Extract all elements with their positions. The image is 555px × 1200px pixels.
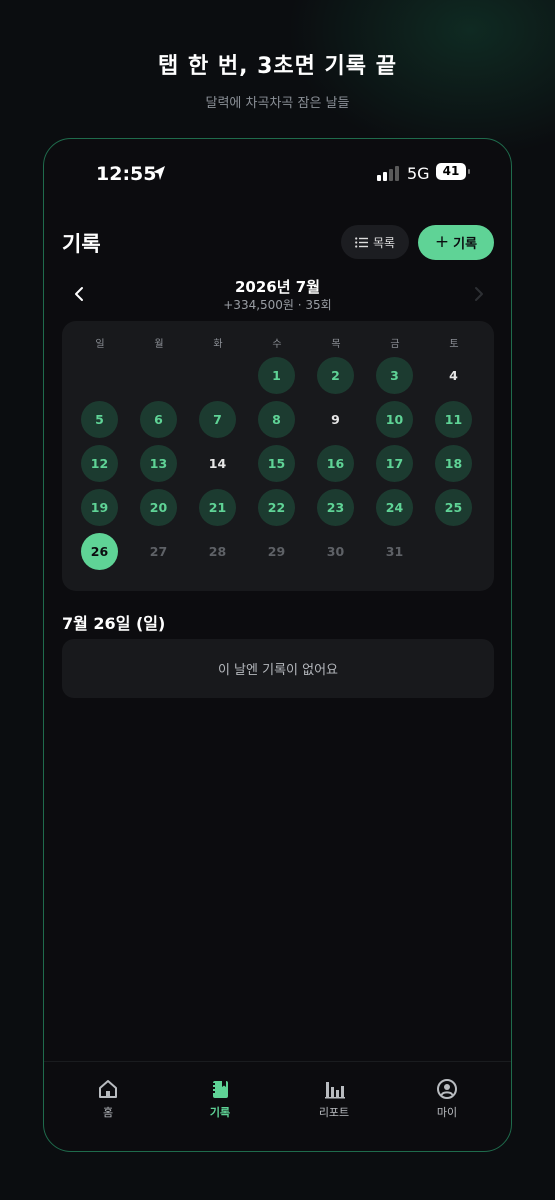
selected-date-heading: 7월 26일 (일)	[62, 614, 166, 633]
calendar-day[interactable]: 29	[258, 533, 295, 570]
calendar-day[interactable]: 21	[199, 489, 236, 526]
weekday-label: 화	[213, 339, 223, 350]
bar-chart-icon	[325, 1082, 345, 1099]
month-summary: +334,500원 · 35회	[223, 298, 332, 312]
calendar-day[interactable]: 10	[376, 401, 413, 438]
notebook-icon	[211, 1081, 228, 1098]
month-label: 2026년 7월	[234, 278, 320, 296]
phone-frame: 12:55 5G 41 기록 목록 + 기록 2026년 7월 +334,500…	[43, 138, 512, 1152]
calendar-day[interactable]: 23	[317, 489, 354, 526]
calendar-day[interactable]: 17	[376, 445, 413, 482]
calendar-day[interactable]: 13	[140, 445, 177, 482]
status-bar: 12:55 5G 41	[44, 139, 511, 209]
calendar-day[interactable]: 11	[435, 401, 472, 438]
calendar-day[interactable]: 27	[140, 533, 177, 570]
location-arrow-icon	[153, 166, 165, 180]
weekday-label: 토	[449, 339, 459, 350]
promo-subtitle: 달력에 차곡차곡 잠은 날들	[205, 96, 350, 111]
calendar-day[interactable]: 3	[376, 357, 413, 394]
tab-my-label: 마이	[436, 1106, 458, 1119]
tab-home[interactable]: 홈	[68, 1078, 148, 1120]
list-icon	[355, 236, 368, 248]
calendar-day-selected[interactable]: 26	[81, 533, 118, 570]
calendar-day[interactable]: 7	[199, 401, 236, 438]
calendar-day[interactable]: 18	[435, 445, 472, 482]
calendar-day[interactable]: 1	[258, 357, 295, 394]
calendar-grid: 일 월 화 수 목 금 토 1 2 3 4 5 6 7 8 9 10 11 12 13 14 15 16 17 18 19 20 21…	[62, 321, 494, 591]
status-time: 12:55	[96, 163, 157, 185]
home-icon	[99, 1080, 117, 1098]
page-title: 기록	[62, 232, 101, 256]
calendar-day[interactable]: 12	[81, 445, 118, 482]
tab-records[interactable]: 기록	[180, 1078, 260, 1120]
add-button-label: 기록	[453, 237, 478, 252]
network-label: 5G	[407, 164, 430, 183]
bottom-tab-bar: 홈 기록 리포트 마이	[44, 1061, 511, 1151]
calendar-day[interactable]: 30	[317, 533, 354, 570]
list-view-button[interactable]: 목록	[341, 225, 409, 259]
weekday-label: 금	[390, 339, 400, 350]
plus-icon: +	[434, 232, 450, 252]
calendar-day[interactable]: 25	[435, 489, 472, 526]
signal-icon	[377, 166, 399, 181]
calendar-day[interactable]: 8	[258, 401, 295, 438]
calendar-day[interactable]: 19	[81, 489, 118, 526]
weekday-label: 목	[331, 339, 341, 350]
calendar-day[interactable]: 6	[140, 401, 177, 438]
tab-records-label: 기록	[209, 1106, 231, 1119]
calendar-day[interactable]: 2	[317, 357, 354, 394]
list-button-label: 목록	[372, 235, 396, 250]
tab-home-label: 홈	[102, 1106, 114, 1119]
calendar-day[interactable]: 15	[258, 445, 295, 482]
battery-icon: 41	[436, 163, 466, 180]
tab-report[interactable]: 리포트	[294, 1078, 374, 1120]
add-record-button[interactable]: + 기록	[418, 225, 494, 260]
promo-title: 탭 한 번, 3초면 기록 끝	[158, 54, 397, 79]
empty-records-card: 이 날엔 기록이 없어요	[62, 639, 494, 698]
chevron-right-icon[interactable]	[468, 283, 488, 305]
calendar-day[interactable]: 31	[376, 533, 413, 570]
calendar-day[interactable]: 20	[140, 489, 177, 526]
calendar-day[interactable]: 4	[435, 357, 472, 394]
calendar-day[interactable]: 22	[258, 489, 295, 526]
calendar-day[interactable]: 9	[317, 401, 354, 438]
weekday-label: 월	[154, 339, 164, 350]
battery-tip	[468, 169, 470, 174]
empty-message: 이 날엔 기록이 없어요	[217, 663, 339, 678]
calendar-day[interactable]: 16	[317, 445, 354, 482]
tab-my[interactable]: 마이	[407, 1078, 487, 1120]
weekday-label: 수	[272, 339, 282, 350]
calendar-day[interactable]: 28	[199, 533, 236, 570]
calendar-day[interactable]: 24	[376, 489, 413, 526]
tab-report-label: 리포트	[318, 1106, 350, 1119]
profile-icon	[437, 1079, 457, 1099]
calendar-day[interactable]: 14	[199, 445, 236, 482]
calendar-day[interactable]: 5	[81, 401, 118, 438]
weekday-label: 일	[95, 339, 105, 350]
